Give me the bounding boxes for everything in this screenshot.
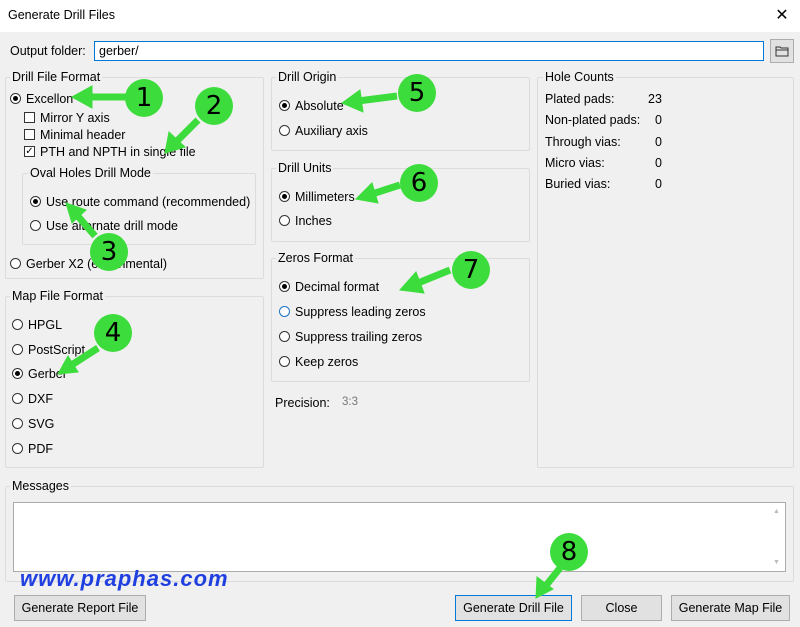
arrow-3-icon — [65, 202, 98, 239]
annotation-badge-4: 4 — [94, 314, 132, 352]
arrow-1-icon — [70, 85, 126, 109]
annotation-badge-6: 6 — [400, 164, 438, 202]
arrow-6-icon — [354, 181, 402, 204]
arrow-5-icon — [340, 89, 398, 113]
arrow-4-icon — [57, 345, 100, 375]
arrow-8-icon — [535, 565, 563, 599]
annotation-badge-2: 2 — [195, 87, 233, 125]
annotation-badge-7: 7 — [452, 251, 490, 289]
arrow-7-icon — [398, 266, 452, 294]
annotation-badge-8: 8 — [550, 533, 588, 571]
arrow-2-icon — [164, 117, 201, 154]
annotation-badge-1: 1 — [125, 79, 163, 117]
annotation-badge-5: 5 — [398, 74, 436, 112]
annotation-badge-3: 3 — [90, 233, 128, 271]
